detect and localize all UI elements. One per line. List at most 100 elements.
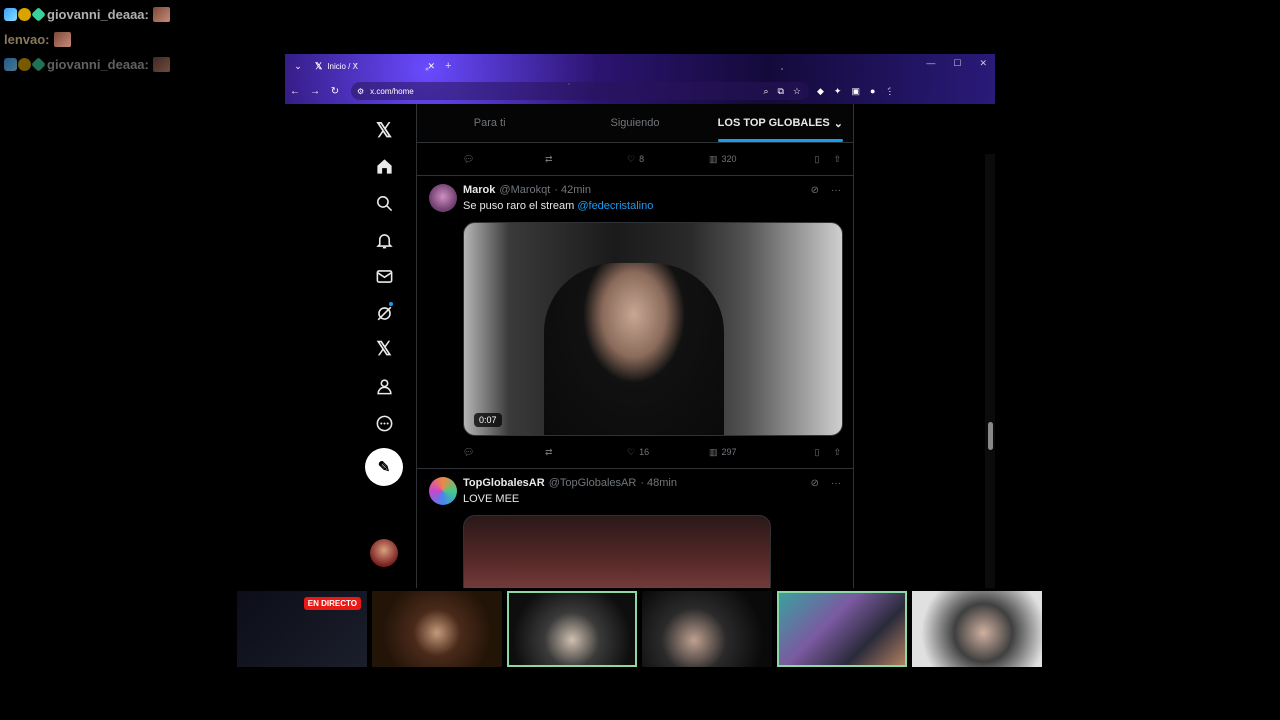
tab-para-ti[interactable]: Para ti [417, 104, 562, 142]
tweet-header: TopGlobalesAR @TopGlobalesAR · 48min ⊘ ·… [463, 477, 841, 489]
feather-plus-icon: ✎ [377, 459, 391, 477]
notifications-bell-icon[interactable] [365, 222, 403, 259]
views-button[interactable]: ▥ 297 [709, 447, 791, 458]
tweet-author-handle[interactable]: @Marokqt [499, 184, 550, 196]
more-icon[interactable]: ··· [831, 478, 841, 489]
chat-username: giovanni_deaaa: [47, 7, 149, 22]
cast-icon[interactable]: ⧉ [777, 86, 783, 97]
profile-icon[interactable]: ● [870, 86, 875, 97]
grok-explain-icon[interactable]: ⊘ [811, 185, 819, 196]
tweet[interactable]: TopGlobalesAR @TopGlobalesAR · 48min ⊘ ·… [417, 469, 853, 588]
timeline-tabs: Para ti Siguiendo LOS TOP GLOBALES ⌄ [417, 104, 853, 143]
tweet-author-name[interactable]: TopGlobalesAR [463, 477, 545, 489]
timeline: Para ti Siguiendo LOS TOP GLOBALES ⌄ 💬︎ … [416, 104, 854, 588]
reply-icon: 💬︎ [463, 153, 475, 164]
tweet-time[interactable]: · 48min [640, 477, 677, 489]
tweet-time[interactable]: · 42min [554, 184, 591, 196]
heart-icon: ♡ [627, 446, 636, 457]
reply-button[interactable]: 💬︎ [463, 447, 545, 458]
bookmark-icon[interactable]: ▯ [815, 447, 820, 458]
scrollbar[interactable] [985, 154, 995, 588]
account-avatar[interactable] [370, 539, 398, 567]
webcam-tile[interactable] [507, 591, 637, 667]
camera-strip: EN DIRECTO [237, 591, 1042, 667]
tweet-author-name[interactable]: Marok [463, 184, 495, 196]
reply-button[interactable]: 💬︎ [463, 154, 545, 165]
webcam-tile[interactable] [912, 591, 1042, 667]
tweet-text: Se puso raro el stream @fedecristalino [463, 200, 841, 212]
bookmark-star-icon[interactable]: ☆ [793, 86, 801, 97]
grok-explain-icon[interactable]: ⊘ [811, 478, 819, 489]
tweet-tools: ⊘ ··· [811, 185, 841, 196]
x-home-logo-icon[interactable]: 𝕏 [365, 112, 403, 149]
tab-label: LOS TOP GLOBALES [717, 117, 830, 129]
tab-siguiendo[interactable]: Siguiendo [562, 104, 707, 142]
address-bar-row: ← → ↻ ⚙ x.com/home ⌕ ⧉ ☆ ◆ ✦ ▣ ● ⋮ [285, 80, 995, 102]
grok-icon[interactable] [365, 295, 403, 332]
retweet-button[interactable]: ⇄ [545, 447, 627, 458]
close-tab-icon[interactable]: ✕ [427, 61, 435, 72]
retweet-icon: ⇄ [545, 446, 553, 457]
url-text: x.com/home [370, 86, 414, 96]
mention-link[interactable]: @fedecristalino [577, 200, 653, 212]
puzzle-icon[interactable]: ✦ [834, 86, 842, 97]
more-icon[interactable]: ··· [831, 185, 841, 196]
tab-los-top-globales[interactable]: LOS TOP GLOBALES ⌄ [708, 104, 853, 142]
browser-window: ⌄ 𝕏 Inicio / X ✕ + — ☐ ✕ ← → ↻ ⚙ x.com/h… [285, 54, 995, 588]
share-icon[interactable]: ⇧ [833, 154, 841, 165]
tweet-body: Se puso raro el stream [463, 200, 578, 212]
address-bar[interactable]: ⚙ x.com/home ⌕ ⧉ ☆ [351, 82, 809, 100]
tweet-tools: ⊘ ··· [811, 478, 841, 489]
premium-x-icon[interactable]: 𝕏 [365, 332, 403, 369]
share-icon[interactable]: ⇧ [833, 447, 841, 458]
site-info-icon[interactable]: ⚙ [357, 87, 364, 96]
compose-post-button[interactable]: ✎ [365, 448, 403, 487]
tweet-video[interactable]: 0:07 [463, 222, 843, 436]
webcam-tile[interactable] [777, 591, 907, 667]
views-button[interactable]: ▥ 320 [709, 154, 791, 165]
more-options-icon[interactable] [365, 405, 403, 442]
tweet-text: LOVE MEE [463, 493, 520, 505]
tweet-end-actions: ▯ ⇧ [815, 447, 842, 458]
retweet-button[interactable]: ⇄ [545, 154, 627, 165]
browser-chrome: ⌄ 𝕏 Inicio / X ✕ + — ☐ ✕ ← → ↻ ⚙ x.com/h… [285, 54, 995, 104]
browser-tab[interactable]: 𝕏 Inicio / X ✕ [315, 55, 435, 77]
profile-person-icon[interactable] [365, 368, 403, 405]
tweet-end-actions: ▯ ⇧ [815, 154, 842, 165]
close-window-icon[interactable]: ✕ [979, 58, 987, 69]
scrollbar-thumb[interactable] [988, 422, 993, 450]
like-button[interactable]: ♡ 8 [627, 154, 709, 165]
maximize-icon[interactable]: ☐ [953, 58, 961, 69]
like-button[interactable]: ♡ 16 [627, 447, 709, 458]
stream-tile[interactable]: EN DIRECTO [237, 591, 367, 667]
home-icon[interactable] [365, 149, 403, 186]
reply-icon: 💬︎ [463, 446, 475, 457]
chat-username: giovanni_deaaa: [47, 57, 149, 72]
bookmark-icon[interactable]: ▯ [815, 154, 820, 165]
view-count: 320 [721, 154, 737, 164]
analytics-icon: ▥ [709, 446, 718, 457]
zoom-icon[interactable]: ⌕ [763, 86, 768, 97]
forward-icon[interactable]: → [305, 86, 325, 97]
back-icon[interactable]: ← [285, 86, 305, 97]
messages-mail-icon[interactable] [365, 258, 403, 295]
new-tab-button[interactable]: + [445, 60, 451, 72]
sidebar-icon[interactable]: ▣ [851, 86, 860, 97]
webcam-tile[interactable] [372, 591, 502, 667]
tab-search-icon[interactable]: ⌄ [291, 59, 305, 73]
tweet[interactable]: Marok @Marokqt · 42min ⊘ ··· Se puso rar… [417, 176, 853, 436]
emote-icon [152, 7, 170, 22]
minimize-icon[interactable]: — [926, 58, 935, 69]
tab-title: Inicio / X [327, 61, 358, 71]
webcam-tile[interactable] [642, 591, 772, 667]
chevron-down-icon[interactable]: ⌄ [834, 117, 843, 130]
menu-icon[interactable]: ⋮ [885, 86, 894, 97]
window-controls: — ☐ ✕ [926, 58, 987, 69]
tweet-avatar[interactable] [429, 184, 457, 212]
tweet-avatar[interactable] [429, 477, 457, 505]
tweet-author-handle[interactable]: @TopGlobalesAR [549, 477, 637, 489]
tweet-image[interactable] [463, 515, 771, 588]
extension-icon[interactable]: ◆ [817, 86, 824, 97]
reload-icon[interactable]: ↻ [325, 86, 345, 97]
search-icon[interactable] [365, 185, 403, 222]
